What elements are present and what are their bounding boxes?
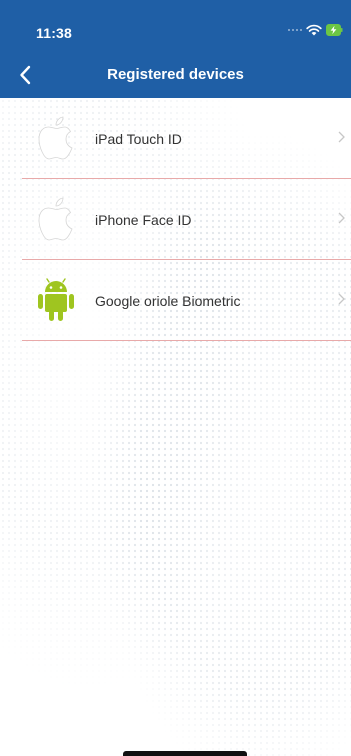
battery-charging-icon bbox=[326, 24, 343, 36]
page-title: Registered devices bbox=[107, 66, 244, 83]
list-item-google-oriole-biometric[interactable]: Google oriole Biometric bbox=[0, 260, 351, 341]
wifi-icon bbox=[306, 24, 322, 36]
device-name: Google oriole Biometric bbox=[95, 293, 241, 309]
chevron-right-icon bbox=[338, 212, 345, 224]
list-item-ipad-touch-id[interactable]: iPad Touch ID bbox=[0, 98, 351, 179]
apple-logo-icon bbox=[38, 116, 73, 160]
chevron-right-icon bbox=[338, 293, 345, 305]
navigation-bar: Registered devices bbox=[0, 58, 351, 92]
cellular-signal-icon bbox=[288, 29, 302, 31]
android-robot-icon bbox=[38, 278, 74, 321]
status-indicators bbox=[288, 24, 343, 36]
status-time: 11:38 bbox=[36, 25, 73, 41]
device-list: iPad Touch ID iPhone Face ID Google orio… bbox=[0, 98, 351, 341]
list-item-iphone-face-id[interactable]: iPhone Face ID bbox=[0, 179, 351, 260]
chevron-right-icon bbox=[338, 131, 345, 143]
app-header: 11:38 Registered devices bbox=[0, 0, 351, 98]
apple-logo-icon bbox=[38, 197, 73, 241]
device-name: iPad Touch ID bbox=[95, 131, 182, 147]
content-area: iPad Touch ID iPhone Face ID Google orio… bbox=[0, 98, 351, 756]
device-name: iPhone Face ID bbox=[95, 212, 192, 228]
status-bar: 11:38 bbox=[0, 0, 351, 50]
home-indicator[interactable] bbox=[123, 751, 247, 756]
